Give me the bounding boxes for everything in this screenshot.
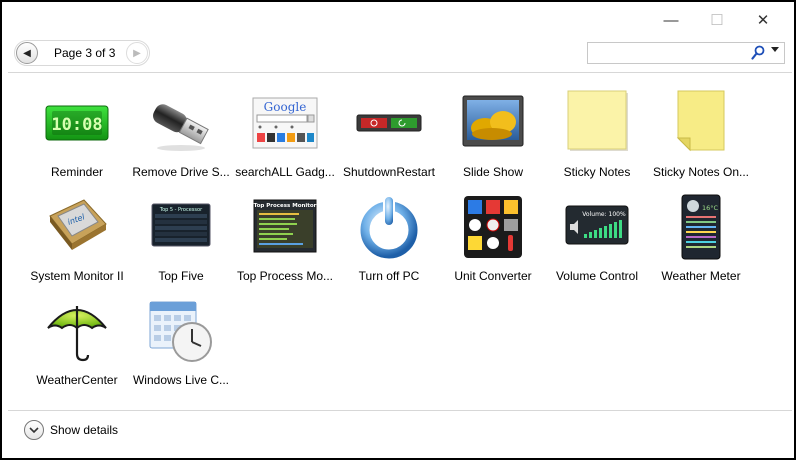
weather-meter-icon: 16°C [681,194,721,260]
gadget-name: Weather Meter [661,269,741,283]
gadget-volume-control[interactable]: Volume: 100% Volume Control [544,194,650,294]
gadget-name: Windows Live C... [132,373,230,387]
maximize-icon: ☐ [710,12,724,29]
gadget-name: System Monitor II [30,269,124,283]
show-details-label: Show details [50,423,119,437]
gadget-name: Remove Drive S... [132,165,230,179]
gadget-searchall[interactable]: Google searchALL Gadg... [232,90,338,190]
chevron-right-icon: ▶ [133,47,141,59]
show-details-toggle[interactable]: Show details [24,420,118,440]
gadget-name: Top Five [158,269,204,283]
google-logo-text: Google [264,100,307,114]
gadget-reminder[interactable]: 10:08 Reminder [24,90,130,190]
chevron-left-icon: ◀ [23,47,31,59]
temperature-text: 16°C [702,204,719,212]
gadget-remove-drive[interactable]: Remove Drive S... [128,90,234,190]
gadget-sticky-notes-online[interactable]: Sticky Notes On... [648,90,754,190]
umbrella-icon [47,306,107,362]
bottom-divider [8,410,792,411]
chevron-down-icon [24,420,44,440]
close-button[interactable]: ✕ [740,6,786,34]
usb-drive-icon [153,104,209,151]
volume-text: Volume: 100% [582,211,626,218]
gadget-windows-live-calendar[interactable]: Windows Live C... [128,298,234,398]
gadget-system-monitor[interactable]: intel System Monitor II [24,194,130,294]
clock-digits: 10:08 [51,115,102,135]
gadget-unit-converter[interactable]: Unit Converter [440,194,546,294]
top-five-panel-icon: Top 5 - Processor [151,203,211,247]
minimize-button[interactable]: — [648,6,694,34]
panel-title: Top Process Monitor [254,203,317,209]
gadget-name: Slide Show [462,165,524,179]
gadget-name: WeatherCenter [36,373,118,387]
gadget-name: Unit Converter [454,269,532,283]
calendar-clock-icon [149,301,212,362]
gadget-name: Sticky Notes [563,165,631,179]
unit-converter-icon [464,196,522,258]
close-icon: ✕ [756,12,770,29]
google-search-icon: Google [252,97,318,149]
gadget-top-process-monitor[interactable]: Top Process Monitor Top Process Mo... [232,194,338,294]
search-dropdown-icon[interactable] [771,47,779,52]
page-label: Page 3 of 3 [54,46,116,60]
next-page-button[interactable]: ▶ [126,42,148,64]
gadget-slide-show[interactable]: Slide Show [440,90,546,190]
gadget-name: ShutdownRestart [342,165,436,179]
gadget-sticky-notes[interactable]: Sticky Notes [544,90,650,190]
cpu-chip-icon: intel [49,199,107,250]
sticky-note-folded-icon [676,90,725,152]
green-led-clock-icon: 10:08 [45,105,109,141]
gadget-name: Reminder [50,165,104,179]
panel-title: Top 5 - Processor [159,207,203,213]
shutdown-restart-bar-icon [356,114,422,132]
maximize-button[interactable]: ☐ [694,6,740,34]
search-box [587,42,785,64]
pager: ◀ Page 3 of 3 ▶ [14,40,150,66]
gadget-weather-meter[interactable]: 16°C Weather Meter [648,194,754,294]
previous-page-button[interactable]: ◀ [16,42,38,64]
sticky-note-icon [567,90,628,151]
gadget-weathercenter[interactable]: WeatherCenter [24,298,130,398]
gadget-top-five[interactable]: Top 5 - Processor Top Five [128,194,234,294]
power-button-icon [360,195,418,259]
gadget-name: Volume Control [555,269,639,283]
gadget-shutdown-restart[interactable]: ShutdownRestart [336,90,442,190]
top-divider [8,72,792,73]
gadget-turn-off-pc[interactable]: Turn off PC [336,194,442,294]
gadget-name: searchALL Gadg... [235,165,335,179]
search-input[interactable] [592,45,742,59]
gadget-gallery-window: — ☐ ✕ ◀ Page 3 of 3 ▶ 10:08 Reminder Rem… [0,0,796,460]
minimize-icon: — [663,11,679,29]
top-process-monitor-icon: Top Process Monitor [253,199,317,253]
gadget-name: Top Process Mo... [236,269,334,283]
gadget-name: Turn off PC [358,269,420,283]
volume-control-icon: Volume: 100% [565,205,629,245]
slideshow-photo-icon [462,95,524,147]
gadget-name: Sticky Notes On... [652,165,750,179]
search-icon[interactable] [751,45,765,61]
